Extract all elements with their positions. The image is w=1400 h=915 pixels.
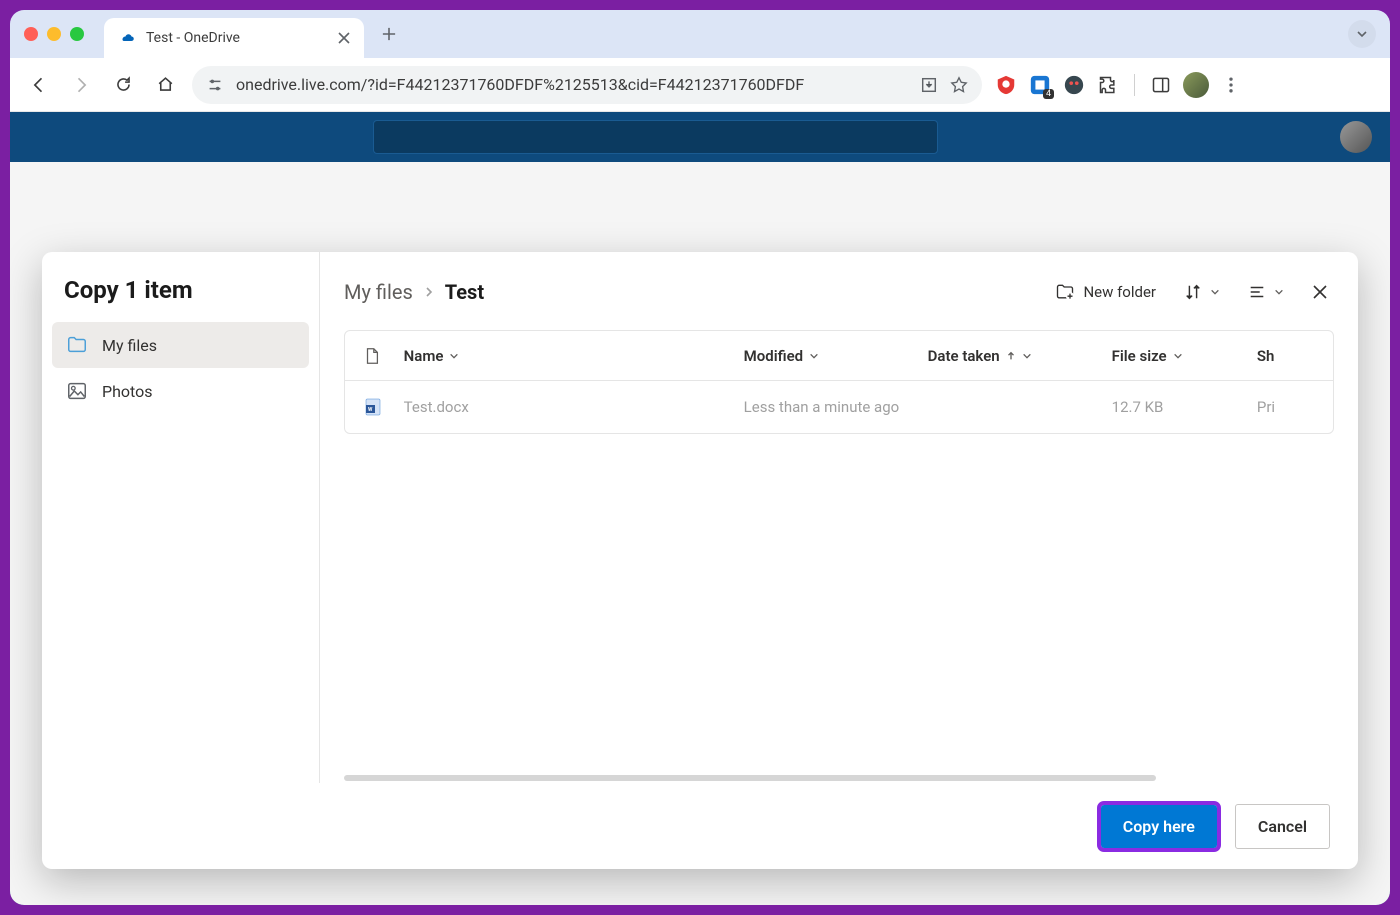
col-sharing-header[interactable]: Sh [1257, 347, 1315, 365]
sort-icon [1184, 283, 1202, 301]
home-button[interactable] [150, 70, 180, 100]
new-folder-button[interactable]: New folder [1049, 275, 1162, 309]
extensions-group: 4 [994, 72, 1243, 98]
close-dialog-button[interactable] [1306, 278, 1334, 306]
file-icon: W [363, 397, 404, 417]
dialog-footer: Copy here Cancel [42, 783, 1358, 869]
reload-button[interactable] [108, 70, 138, 100]
file-sharing: Pri [1257, 398, 1315, 416]
dialog-sidebar: Copy 1 item My files Photos [42, 252, 320, 783]
chevron-down-icon [449, 351, 459, 361]
dialog-content: My files Test New folder [320, 252, 1358, 783]
col-size-header[interactable]: File size [1112, 347, 1257, 365]
sidebar-item-label: My files [102, 336, 157, 355]
copy-dialog: Copy 1 item My files Photos [42, 252, 1358, 869]
extensions-button[interactable] [1096, 73, 1120, 97]
chevron-down-icon [809, 351, 819, 361]
sort-button[interactable] [1178, 275, 1226, 309]
view-icon [1248, 283, 1266, 301]
file-table: Name Modified Date taken [344, 330, 1334, 434]
ext-circle-icon[interactable] [1062, 73, 1086, 97]
file-size: 12.7 KB [1112, 398, 1257, 416]
copy-here-highlight: Copy here [1101, 805, 1217, 848]
new-folder-label: New folder [1083, 283, 1156, 301]
file-name: Test.docx [404, 398, 744, 416]
profile-avatar[interactable] [1183, 72, 1209, 98]
browser-toolbar: onedrive.live.com/?id=F44212371760DFDF%2… [10, 58, 1390, 112]
browser-tabbar: Test - OneDrive [10, 10, 1390, 58]
folder-icon [66, 334, 88, 356]
tab-close-icon[interactable] [338, 32, 350, 44]
site-settings-icon[interactable] [206, 76, 224, 94]
copy-here-button[interactable]: Copy here [1101, 805, 1217, 848]
install-app-icon[interactable] [920, 76, 938, 94]
onedrive-header [10, 112, 1390, 162]
arrow-up-icon [1006, 351, 1016, 361]
side-panel-icon[interactable] [1149, 73, 1173, 97]
window-controls [24, 27, 84, 41]
url-text: onedrive.live.com/?id=F44212371760DFDF%2… [236, 75, 908, 94]
window-maximize-button[interactable] [70, 27, 84, 41]
dialog-main: Copy 1 item My files Photos [42, 252, 1358, 783]
browser-tab[interactable]: Test - OneDrive [104, 18, 364, 58]
menu-button[interactable] [1219, 73, 1243, 97]
window-close-button[interactable] [24, 27, 38, 41]
toolbar-divider [1134, 74, 1135, 96]
chevron-down-icon [1274, 287, 1284, 297]
file-table-header: Name Modified Date taken [345, 331, 1333, 381]
chevron-down-icon [1210, 287, 1220, 297]
chevron-down-icon [1173, 351, 1183, 361]
new-folder-icon [1055, 282, 1075, 302]
breadcrumb: My files Test [344, 280, 484, 304]
sidebar-item-myfiles[interactable]: My files [52, 322, 309, 368]
onedrive-favicon [118, 29, 136, 47]
ext-ublock-icon[interactable] [994, 73, 1018, 97]
onedrive-search-placeholder [373, 120, 938, 154]
tabs-overflow-button[interactable] [1348, 20, 1376, 48]
header-actions: New folder [1049, 275, 1334, 309]
back-button[interactable] [24, 70, 54, 100]
col-datetaken-header[interactable]: Date taken [928, 347, 1112, 365]
file-modified: Less than a minute ago [744, 398, 928, 416]
address-bar[interactable]: onedrive.live.com/?id=F44212371760DFDF%2… [192, 66, 982, 104]
table-row[interactable]: W Test.docx Less than a minute ago 12.7 … [345, 381, 1333, 433]
svg-text:W: W [368, 407, 373, 413]
sidebar-item-label: Photos [102, 382, 153, 401]
chevron-down-icon [1022, 351, 1032, 361]
horizontal-scrollbar[interactable] [344, 773, 1334, 783]
content-header: My files Test New folder [344, 272, 1334, 312]
breadcrumb-current: Test [445, 280, 484, 304]
tab-title: Test - OneDrive [146, 30, 328, 46]
bookmark-icon[interactable] [950, 76, 968, 94]
ext-square-icon[interactable]: 4 [1028, 73, 1052, 97]
col-modified-header[interactable]: Modified [744, 347, 928, 365]
forward-button[interactable] [66, 70, 96, 100]
dialog-title: Copy 1 item [52, 276, 309, 322]
new-tab-button[interactable] [374, 19, 404, 49]
col-icon-header[interactable] [363, 347, 404, 365]
view-button[interactable] [1242, 275, 1290, 309]
browser-window: Test - OneDrive onedrive.l [10, 10, 1390, 905]
cancel-button[interactable]: Cancel [1235, 804, 1330, 849]
sidebar-item-photos[interactable]: Photos [52, 368, 309, 414]
chevron-right-icon [423, 286, 435, 298]
page-content: Copy 1 item My files Photos [10, 112, 1390, 905]
col-name-header[interactable]: Name [404, 347, 744, 365]
window-minimize-button[interactable] [47, 27, 61, 41]
photo-icon [66, 380, 88, 402]
breadcrumb-root[interactable]: My files [344, 280, 413, 304]
onedrive-avatar[interactable] [1340, 121, 1372, 153]
